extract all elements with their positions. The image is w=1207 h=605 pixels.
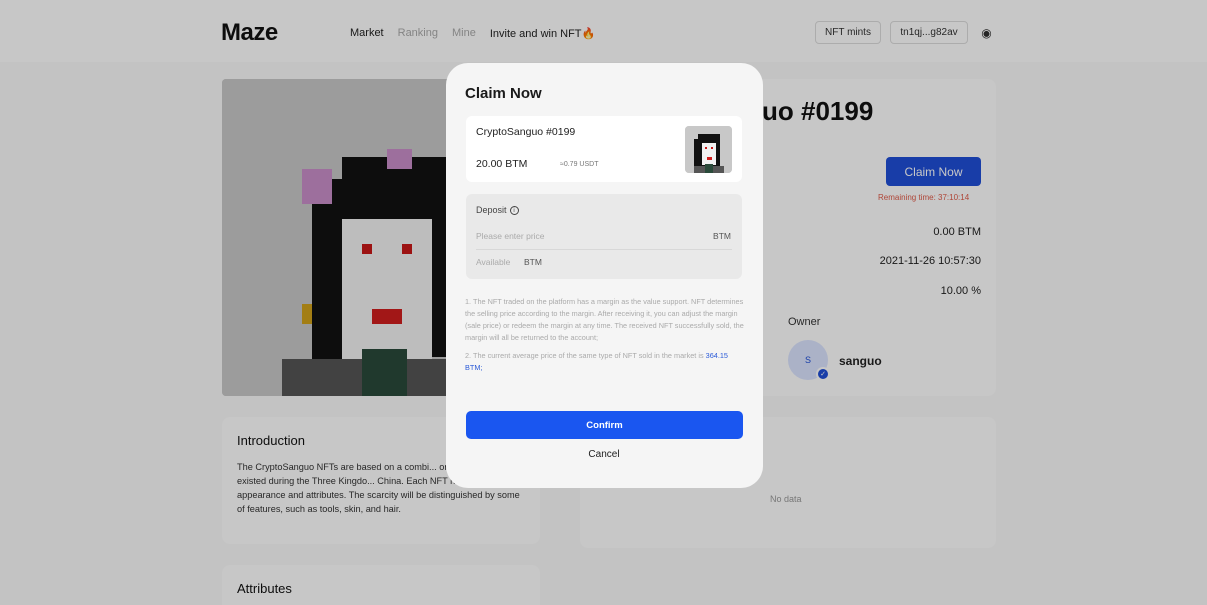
available-label: Available: [476, 257, 511, 267]
claim-modal: Claim Now CryptoSanguo #0199 20.00 BTM ≈…: [446, 63, 763, 488]
item-price: 20.00 BTM: [476, 158, 528, 170]
cancel-button[interactable]: Cancel: [576, 449, 632, 463]
modal-title: Claim Now: [465, 85, 542, 102]
nft-item-summary: CryptoSanguo #0199 20.00 BTM ≈0.79 USDT: [466, 116, 742, 182]
price-input[interactable]: [476, 229, 706, 243]
deposit-label-text: Deposit: [476, 205, 507, 215]
terms-notes: 1. The NFT traded on the platform has a …: [465, 296, 745, 380]
item-name: CryptoSanguo #0199: [476, 126, 576, 138]
deposit-label: Deposit i: [476, 205, 519, 216]
note-2-text: 2. The current average price of the same…: [465, 351, 706, 360]
thumbnail-avatar-image: [685, 126, 732, 173]
note-2: 2. The current average price of the same…: [465, 350, 745, 374]
confirm-button[interactable]: Confirm: [466, 411, 743, 439]
item-usdt-value: ≈0.79 USDT: [560, 161, 599, 168]
deposit-section: Depositi BTM Available BTM: [466, 194, 742, 279]
available-unit: BTM: [524, 257, 542, 267]
divider: [476, 249, 732, 250]
note-1: 1. The NFT traded on the platform has a …: [465, 297, 744, 342]
info-icon[interactable]: i: [509, 206, 519, 216]
item-thumbnail: [685, 126, 732, 173]
price-unit: BTM: [713, 231, 731, 241]
